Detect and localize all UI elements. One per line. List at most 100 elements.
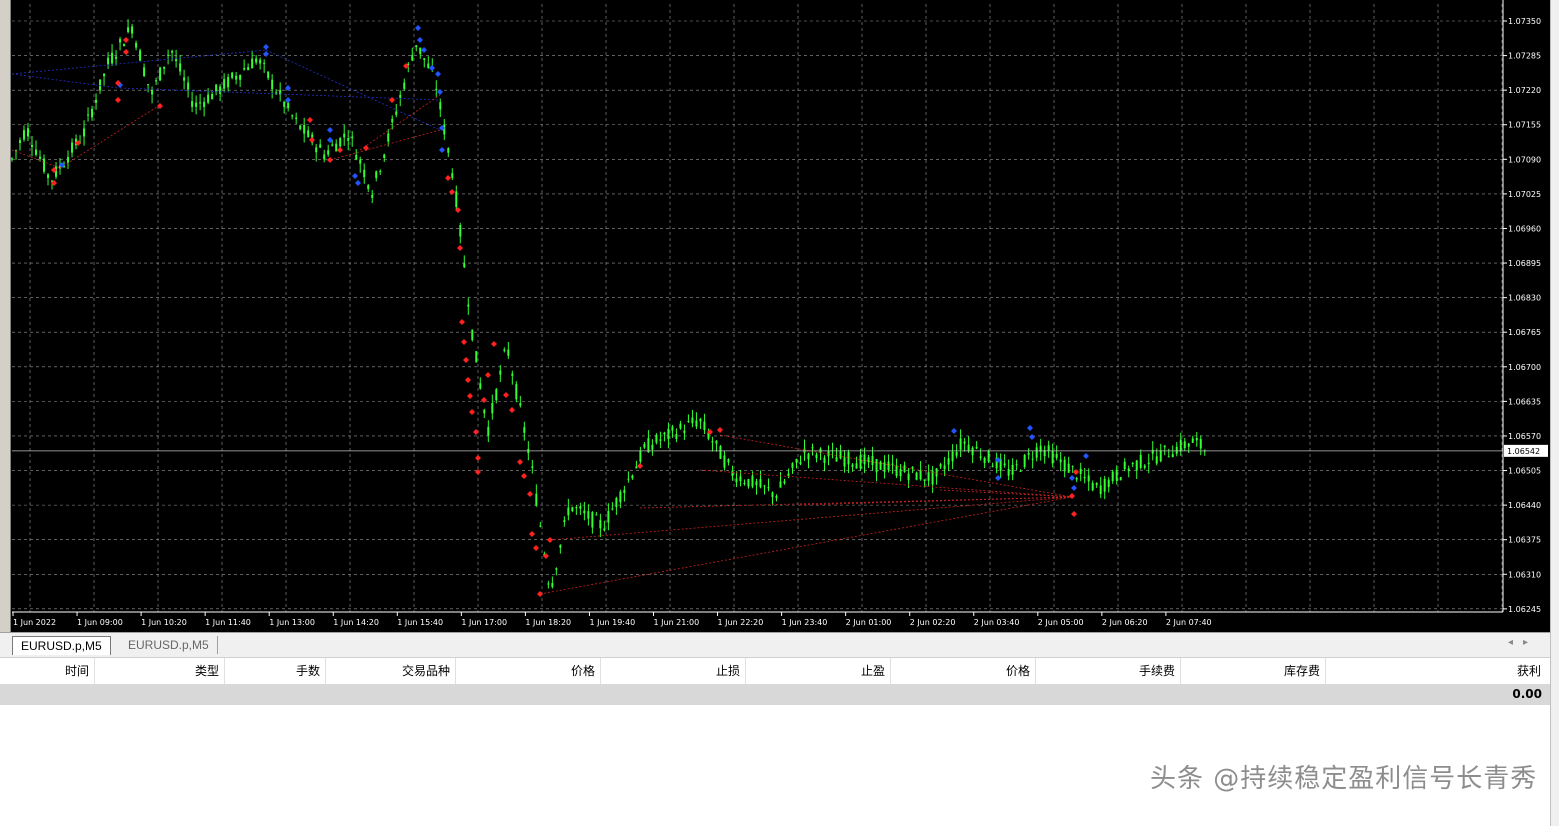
candle-body <box>843 457 846 467</box>
candle-body <box>291 115 294 117</box>
candle-body <box>163 66 166 69</box>
sell-arrow-icon <box>717 427 723 433</box>
candle-body <box>331 144 334 146</box>
candle-body <box>439 102 442 110</box>
price-tick-label: 1.06700 <box>1508 363 1541 372</box>
candle-body <box>47 174 50 178</box>
time-tick-label: 1 Jun 10:20 <box>141 618 187 627</box>
candle-body <box>915 472 918 480</box>
candle-body <box>775 496 778 499</box>
time-tick-label: 1 Jun 14:20 <box>333 618 379 627</box>
candle-body <box>683 430 686 434</box>
candle-body <box>1179 439 1182 452</box>
candle-body <box>303 124 306 134</box>
candle-body <box>1023 454 1026 467</box>
candle-body <box>179 63 182 72</box>
col-price[interactable]: 价格 <box>456 658 601 684</box>
buy-arrow-icon <box>1029 434 1035 440</box>
candle-body <box>667 428 670 440</box>
candle-body <box>435 88 438 91</box>
time-tick-label: 1 Jun 13:00 <box>269 618 315 627</box>
buy-trade-line <box>11 49 267 75</box>
col-tp[interactable]: 止盈 <box>746 658 891 684</box>
scroll-right-icon[interactable]: ▸ <box>1523 637 1538 648</box>
buy-arrow-icon <box>355 180 361 186</box>
window-scrollbar[interactable] <box>1550 0 1559 826</box>
candle-body <box>139 50 142 61</box>
col-type[interactable]: 类型 <box>95 658 225 684</box>
candle-body <box>879 461 882 470</box>
candle-body <box>591 512 594 528</box>
sell-arrow-icon <box>123 37 129 43</box>
tab-eurusd-m5-active[interactable]: EURUSD.p,M5 <box>12 636 111 655</box>
candle-body <box>867 457 870 463</box>
candle-body <box>611 508 614 510</box>
candle-body <box>1139 454 1142 468</box>
candle-body <box>367 185 370 189</box>
candle-body <box>203 101 206 107</box>
time-tick-label: 2 Jun 02:20 <box>910 618 956 627</box>
candle-body <box>603 528 606 531</box>
candle-body <box>735 478 738 483</box>
candle-body <box>1187 443 1190 447</box>
candle-body <box>519 403 522 406</box>
candle-body <box>1011 464 1014 475</box>
col-commission[interactable]: 手续费 <box>1036 658 1181 684</box>
candle-body <box>123 44 126 47</box>
scroll-left-icon[interactable]: ◂ <box>1508 637 1523 648</box>
candle-body <box>167 54 170 56</box>
col-swap[interactable]: 库存费 <box>1181 658 1326 684</box>
candle-body <box>871 455 874 465</box>
candle-body <box>907 473 910 481</box>
col-profit[interactable]: 获利 <box>1326 658 1546 684</box>
tab-scroll-arrows[interactable]: ◂▸ <box>1508 637 1538 648</box>
candle-body <box>427 63 430 68</box>
tab-eurusd-m5[interactable]: EURUSD.p,M5 <box>120 636 218 654</box>
buy-arrow-icon <box>1027 425 1033 431</box>
candle-body <box>1123 461 1126 470</box>
candle-body <box>187 82 190 90</box>
candle-body <box>103 73 106 77</box>
candle-body <box>159 67 162 81</box>
candle-body <box>1131 462 1134 464</box>
candle-body <box>239 74 242 80</box>
candle-body <box>295 117 298 119</box>
candle-body <box>679 423 682 429</box>
candle-body <box>31 144 34 147</box>
col-price-2[interactable]: 价格 <box>891 658 1036 684</box>
sell-trade-line <box>539 496 1073 595</box>
candle-body <box>1119 477 1122 481</box>
candle-body <box>547 583 550 585</box>
candle-body <box>791 463 794 468</box>
col-sl[interactable]: 止损 <box>601 658 746 684</box>
candle-body <box>1027 453 1030 455</box>
candle-body <box>1075 477 1078 480</box>
candle-body <box>539 525 542 527</box>
price-tick-label: 1.06375 <box>1508 536 1541 545</box>
col-symbol[interactable]: 交易品种 <box>326 658 456 684</box>
candle-body <box>459 225 462 237</box>
candle-body <box>671 426 674 431</box>
time-tick-label: 1 Jun 17:00 <box>461 618 507 627</box>
candle-body <box>1083 476 1086 479</box>
sell-arrow-icon <box>503 392 509 398</box>
candle-body <box>387 133 390 142</box>
candle-body <box>419 47 422 55</box>
price-chart[interactable]: 1.07350 1.07285 1.07220 1.07155 1.07090 1.070… <box>0 0 1550 632</box>
buy-arrow-icon <box>417 37 423 43</box>
sell-trade-line <box>59 104 161 169</box>
candle-body <box>379 170 382 172</box>
col-time[interactable]: 时间 <box>0 658 95 684</box>
sell-arrow-icon <box>537 591 543 597</box>
candle-body <box>23 130 26 140</box>
sell-arrow-icon <box>445 175 451 181</box>
chart-window[interactable]: 1.07350 1.07285 1.07220 1.07155 1.07090 1.070… <box>0 0 1550 632</box>
candle-body <box>115 56 118 59</box>
col-volume[interactable]: 手数 <box>225 658 326 684</box>
candle-body <box>1087 475 1090 482</box>
price-tick-label: 1.07025 <box>1508 190 1541 199</box>
price-tick-label: 1.06895 <box>1508 259 1541 268</box>
candle-body <box>1159 450 1162 462</box>
candle-body <box>751 475 754 487</box>
candle-body <box>391 118 394 123</box>
